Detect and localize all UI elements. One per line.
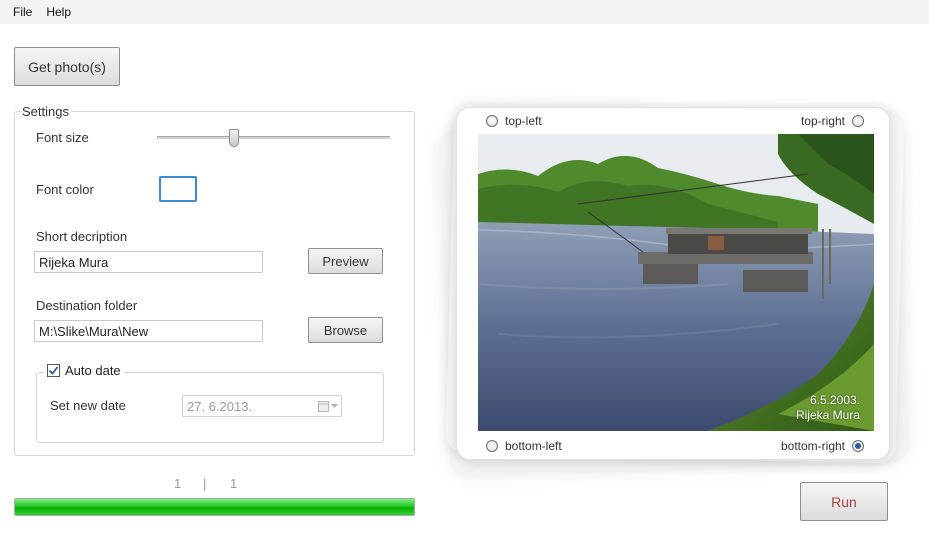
font-size-slider-thumb[interactable] [228,129,239,147]
destination-folder-label: Destination folder [36,298,138,313]
counter-separator: | [203,476,207,491]
top-left-label: top-left [505,114,542,128]
photo-preview-image: 6.5.2003. Rijeka Mura [478,134,874,431]
total-photo-count: 1 [230,476,238,491]
bottom-right-label: bottom-right [780,439,845,453]
checkmark-icon [48,366,59,375]
current-photo-index: 1 [174,476,182,491]
position-bottom-right[interactable]: bottom-right [781,439,864,453]
bottom-left-label: bottom-left [505,439,562,453]
font-color-label: Font color [36,182,94,197]
settings-legend: Settings [20,104,71,119]
bottom-right-radio[interactable] [852,440,864,452]
destination-folder-input[interactable] [34,320,263,342]
date-value: 27. 6.2013. [187,398,253,414]
calendar-dropdown-icon[interactable] [318,399,338,413]
short-description-input[interactable] [34,251,263,273]
font-size-slider[interactable] [157,129,390,147]
position-top-right[interactable]: top-right [801,114,864,128]
top-left-radio[interactable] [486,115,498,127]
watermark-date: 6.5.2003. [809,393,860,407]
short-description-label: Short decription [36,229,128,244]
bottom-left-radio[interactable] [486,440,498,452]
set-new-date-label: Set new date [50,398,126,413]
date-picker[interactable]: 27. 6.2013. [182,395,342,417]
menu-bar: File Help [0,0,929,24]
position-bottom-left[interactable]: bottom-left [486,439,562,453]
river-photo [478,134,874,431]
position-top-left[interactable]: top-left [486,114,542,128]
preview-button[interactable]: Preview [308,248,383,274]
auto-date-label: Auto date [65,363,121,378]
font-color-picker[interactable] [159,176,197,202]
watermark-text: Rijeka Mura [795,408,860,422]
photo-watermark: 6.5.2003. Rijeka Mura [796,393,860,423]
browse-button[interactable]: Browse [308,317,383,343]
get-photos-button[interactable]: Get photo(s) [14,47,120,86]
progress-bar [14,498,415,516]
top-right-label: top-right [800,114,845,128]
auto-date-checkbox[interactable] [47,364,60,377]
radio-selected-dot [855,443,861,449]
top-right-radio[interactable] [852,115,864,127]
run-button[interactable]: Run [800,482,888,521]
font-size-label: Font size [36,130,89,145]
menu-file[interactable]: File [6,5,39,19]
menu-help[interactable]: Help [39,5,78,19]
auto-date-toggle[interactable]: Auto date [44,363,124,378]
progress-fill [15,499,414,515]
